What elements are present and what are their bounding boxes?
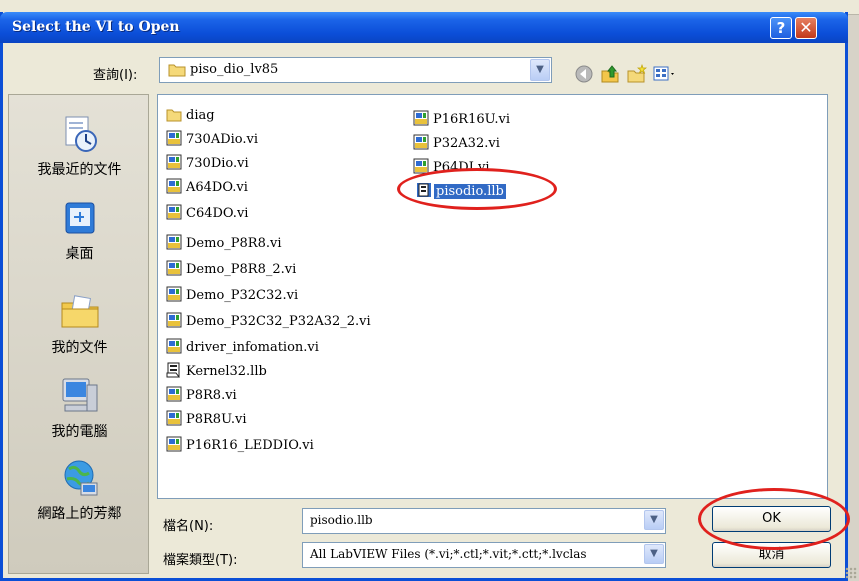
- chevron-down-icon[interactable]: ▼: [530, 59, 550, 81]
- file-name: C64DO.vi: [186, 206, 249, 221]
- place-label: 我最近的文件: [37, 162, 122, 178]
- file-name: Demo_P8R8.vi: [186, 236, 282, 251]
- list-item[interactable]: Demo_P32C32_P32A32_2.vi: [166, 312, 373, 332]
- file-name: Demo_P32C32.vi: [186, 288, 299, 303]
- list-item[interactable]: C64DO.vi: [166, 204, 250, 224]
- llb-library-icon: [166, 362, 180, 378]
- file-name: P8R8.vi: [186, 388, 237, 403]
- list-item[interactable]: Demo_P8R8.vi: [166, 234, 283, 254]
- places-bar: 我最近的文件 桌面 我的文件 我的電腦 網路上的芳鄰: [8, 94, 149, 574]
- lookin-label: 查詢(I):: [93, 68, 138, 83]
- vi-file-icon: [166, 410, 182, 426]
- vi-file-icon: [166, 204, 182, 220]
- network-places-icon: [64, 460, 97, 496]
- file-name: A64DO.vi: [186, 180, 248, 195]
- list-item[interactable]: P8R8U.vi: [166, 410, 248, 430]
- back-icon[interactable]: [574, 64, 594, 84]
- file-name: P16R16U.vi: [433, 112, 511, 127]
- file-name: 730ADio.vi: [186, 132, 259, 147]
- title-bar[interactable]: Select the VI to Open ? ✕: [0, 12, 848, 43]
- file-name: Demo_P8R8_2.vi: [186, 262, 297, 277]
- list-item[interactable]: P32A32.vi: [413, 134, 502, 154]
- vi-file-icon: [166, 386, 182, 402]
- up-folder-icon[interactable]: [600, 64, 620, 84]
- vi-file-icon: [166, 260, 182, 276]
- folder-icon: [168, 64, 186, 77]
- list-item[interactable]: P16R16_LEDDIO.vi: [166, 436, 316, 456]
- my-computer-icon: [62, 378, 97, 412]
- highlight-circle-selected-file: [397, 168, 557, 210]
- help-button[interactable]: ?: [770, 17, 792, 39]
- lookin-dropdown[interactable]: piso_dio_lv85 ▼: [159, 57, 552, 83]
- vi-file-icon: [166, 130, 182, 146]
- vi-file-icon: [166, 286, 182, 302]
- list-item[interactable]: P16R16U.vi: [413, 110, 512, 130]
- filetype-label: 檔案類型(T):: [163, 553, 238, 568]
- my-documents-icon: [61, 295, 98, 328]
- list-item[interactable]: 730Dio.vi: [166, 154, 251, 174]
- vi-file-icon: [166, 312, 182, 328]
- filename-value: pisodio.llb: [310, 513, 373, 527]
- file-name: P16R16_LEDDIO.vi: [186, 438, 314, 453]
- window-title: Select the VI to Open: [12, 19, 180, 35]
- vi-file-icon: [166, 436, 182, 452]
- list-item[interactable]: Demo_P8R8_2.vi: [166, 260, 298, 280]
- file-name: Demo_P32C32_P32A32_2.vi: [186, 314, 371, 329]
- lookin-value: piso_dio_lv85: [190, 62, 279, 77]
- vi-file-icon: [166, 338, 182, 354]
- view-menu-icon[interactable]: [652, 64, 678, 84]
- vi-file-icon: [166, 154, 182, 170]
- place-my-documents[interactable]: 我的文件: [9, 291, 150, 357]
- filetype-dropdown[interactable]: All LabVIEW Files (*.vi;*.ctl;*.vit;*.ct…: [302, 542, 666, 568]
- list-item[interactable]: P8R8.vi: [166, 386, 239, 406]
- close-button[interactable]: ✕: [795, 17, 817, 39]
- vi-file-icon: [413, 134, 429, 150]
- place-label: 我的文件: [51, 340, 108, 356]
- desktop-icon: [65, 202, 94, 234]
- filename-input[interactable]: pisodio.llb ▼: [302, 508, 666, 534]
- file-name: P32A32.vi: [433, 136, 500, 151]
- place-desktop[interactable]: 桌面: [9, 199, 150, 263]
- file-name: driver_infomation.vi: [186, 340, 319, 355]
- place-label: 桌面: [65, 246, 94, 262]
- file-name: diag: [186, 108, 215, 123]
- recent-documents-icon: [65, 116, 97, 152]
- file-name: 730Dio.vi: [186, 156, 249, 171]
- vi-file-icon: [413, 110, 429, 126]
- place-label: 網路上的芳鄰: [37, 506, 122, 522]
- resize-grip[interactable]: [845, 567, 857, 579]
- list-item[interactable]: Demo_P32C32.vi: [166, 286, 300, 306]
- folder-icon: [166, 109, 182, 122]
- place-my-computer[interactable]: 我的電腦: [9, 375, 150, 441]
- place-network[interactable]: 網路上的芳鄰: [9, 457, 150, 523]
- list-item[interactable]: A64DO.vi: [166, 178, 250, 198]
- chevron-down-icon[interactable]: ▼: [644, 510, 664, 530]
- list-item[interactable]: 730ADio.vi: [166, 130, 260, 150]
- new-folder-icon[interactable]: [626, 64, 648, 84]
- file-name: P8R8U.vi: [186, 412, 247, 427]
- file-name: Kernel32.llb: [186, 364, 267, 379]
- vi-file-icon: [166, 234, 182, 250]
- place-recent-documents[interactable]: 我最近的文件: [9, 113, 150, 179]
- filetype-value: All LabVIEW Files (*.vi;*.ctl;*.vit;*.ct…: [310, 547, 587, 561]
- list-item[interactable]: Kernel32.llb: [166, 362, 269, 382]
- vi-file-icon: [166, 178, 182, 194]
- highlight-circle-ok: [698, 488, 850, 550]
- list-item[interactable]: diag: [166, 106, 217, 126]
- filename-label: 檔名(N):: [163, 519, 214, 534]
- list-item[interactable]: driver_infomation.vi: [166, 338, 321, 358]
- place-label: 我的電腦: [51, 424, 108, 440]
- chevron-down-icon[interactable]: ▼: [644, 544, 664, 564]
